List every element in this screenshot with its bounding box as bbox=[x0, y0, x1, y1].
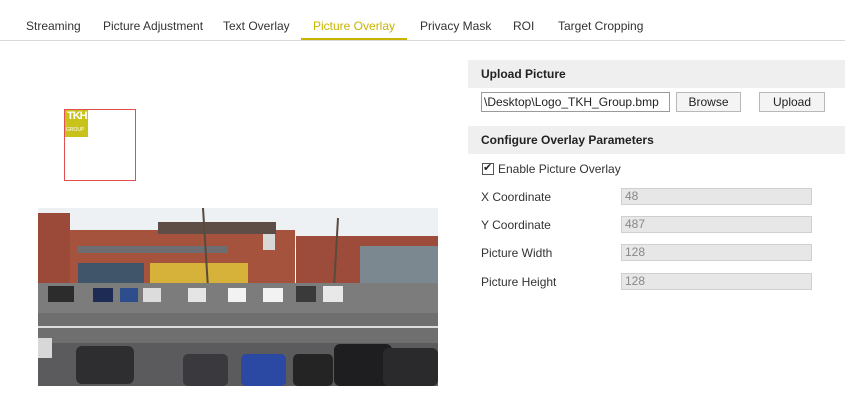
tab-bar: Streaming Picture Adjustment Text Overla… bbox=[0, 0, 845, 41]
upload-picture-header: Upload Picture bbox=[468, 60, 845, 88]
active-tab-indicator bbox=[301, 38, 407, 40]
tab-text-overlay[interactable]: Text Overlay bbox=[223, 19, 290, 33]
picture-width-input[interactable]: 128 bbox=[621, 244, 812, 261]
y-coordinate-input[interactable]: 487 bbox=[621, 216, 812, 233]
picture-width-label: Picture Width bbox=[481, 246, 553, 260]
checkmark-icon: ✔ bbox=[483, 162, 493, 174]
picture-overlay-region[interactable] bbox=[64, 109, 136, 181]
tab-target-cropping[interactable]: Target Cropping bbox=[558, 19, 643, 33]
x-coordinate-input[interactable]: 48 bbox=[621, 188, 812, 205]
camera-image bbox=[38, 208, 438, 386]
overlay-params-header: Configure Overlay Parameters bbox=[468, 126, 845, 154]
upload-button[interactable]: Upload bbox=[759, 92, 825, 112]
tab-streaming[interactable]: Streaming bbox=[26, 19, 81, 33]
tab-privacy-mask[interactable]: Privacy Mask bbox=[420, 19, 491, 33]
tab-picture-adjustment[interactable]: Picture Adjustment bbox=[103, 19, 203, 33]
tab-roi[interactable]: ROI bbox=[513, 19, 534, 33]
picture-height-label: Picture Height bbox=[481, 275, 557, 289]
video-preview: TKH GROUP bbox=[38, 60, 438, 386]
browse-button[interactable]: Browse bbox=[676, 92, 741, 112]
tab-picture-overlay[interactable]: Picture Overlay bbox=[313, 19, 395, 33]
enable-overlay-checkbox[interactable]: ✔ bbox=[482, 162, 494, 175]
enable-overlay-label: Enable Picture Overlay bbox=[498, 162, 621, 176]
file-path-field[interactable] bbox=[481, 92, 670, 112]
x-coordinate-label: X Coordinate bbox=[481, 190, 552, 204]
picture-height-input[interactable]: 128 bbox=[621, 273, 812, 290]
y-coordinate-label: Y Coordinate bbox=[481, 218, 551, 232]
